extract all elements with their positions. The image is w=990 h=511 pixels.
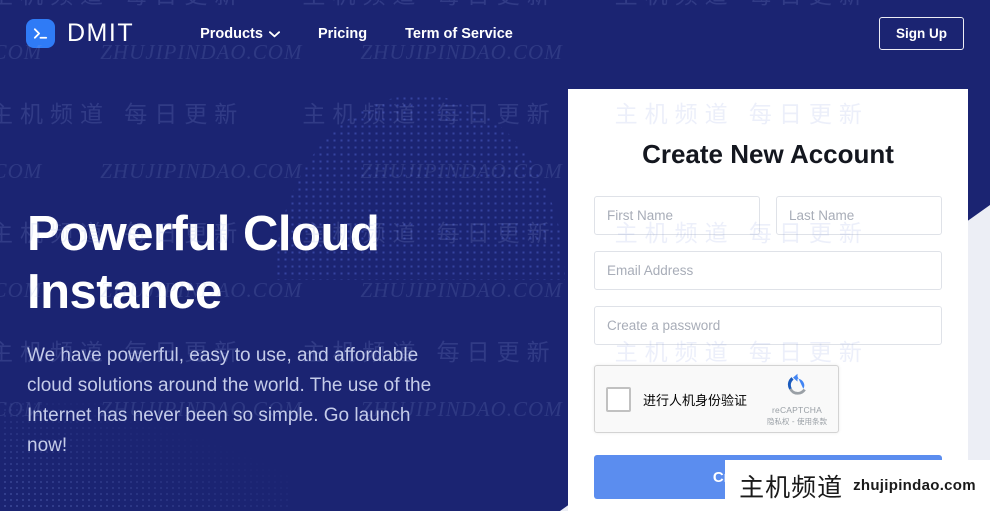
watermark-badge-en: zhujipindao.com — [853, 477, 976, 494]
terminal-prompt-icon — [26, 19, 55, 48]
sign-up-button[interactable]: Sign Up — [879, 17, 964, 50]
chevron-down-icon — [268, 26, 280, 42]
recaptcha-logo-icon — [784, 372, 811, 404]
main-navigation: Products Pricing Term of Service — [200, 26, 513, 42]
hero-section: Powerful Cloud Instance We have powerful… — [27, 205, 447, 461]
watermark-badge: 主机频道 zhujipindao.com — [725, 460, 990, 511]
recaptcha-branding: reCAPTCHA 隐私权 - 使用条款 — [767, 372, 827, 427]
last-name-input[interactable] — [776, 196, 942, 235]
nav-item-pricing-label: Pricing — [317, 25, 368, 42]
page-root: DMIT Products Pricing Term of Service Si… — [0, 0, 990, 511]
recaptcha-widget[interactable]: 进行人机身份验证 reCAPTCHA 隐私权 - 使用条款 — [594, 365, 839, 433]
recaptcha-label: 进行人机身份验证 — [643, 393, 748, 409]
hero-title: Powerful Cloud Instance — [27, 207, 380, 319]
nav-item-products-label: Products — [200, 25, 263, 42]
nav-item-term-of-service-label: Term of Service — [405, 25, 513, 42]
site-header: DMIT Products Pricing Term of Service Si… — [0, 0, 990, 67]
signup-card: Create New Account 进行人机身份验证 reCAPTCHA 隐私… — [568, 89, 968, 511]
recaptcha-brand-label: reCAPTCHA — [772, 404, 822, 415]
recaptcha-terms-link[interactable]: 隐私权 - 使用条款 — [767, 416, 827, 427]
brand-name: DMIT — [67, 19, 135, 47]
watermark-badge-cn: 主机频道 — [739, 472, 844, 502]
email-input[interactable] — [594, 251, 942, 290]
nav-item-term-of-service[interactable]: Term of Service — [405, 26, 513, 42]
first-name-input[interactable] — [594, 196, 760, 235]
nav-item-pricing[interactable]: Pricing — [318, 26, 367, 42]
recaptcha-checkbox[interactable] — [606, 386, 631, 412]
hero-subtitle: We have powerful, easy to use, and affor… — [27, 345, 432, 456]
password-input[interactable] — [594, 306, 942, 345]
brand-logo[interactable]: DMIT — [26, 19, 134, 48]
nav-item-products[interactable]: Products — [200, 26, 280, 42]
signup-card-title: Create New Account — [642, 139, 894, 169]
name-field-row — [594, 196, 942, 235]
